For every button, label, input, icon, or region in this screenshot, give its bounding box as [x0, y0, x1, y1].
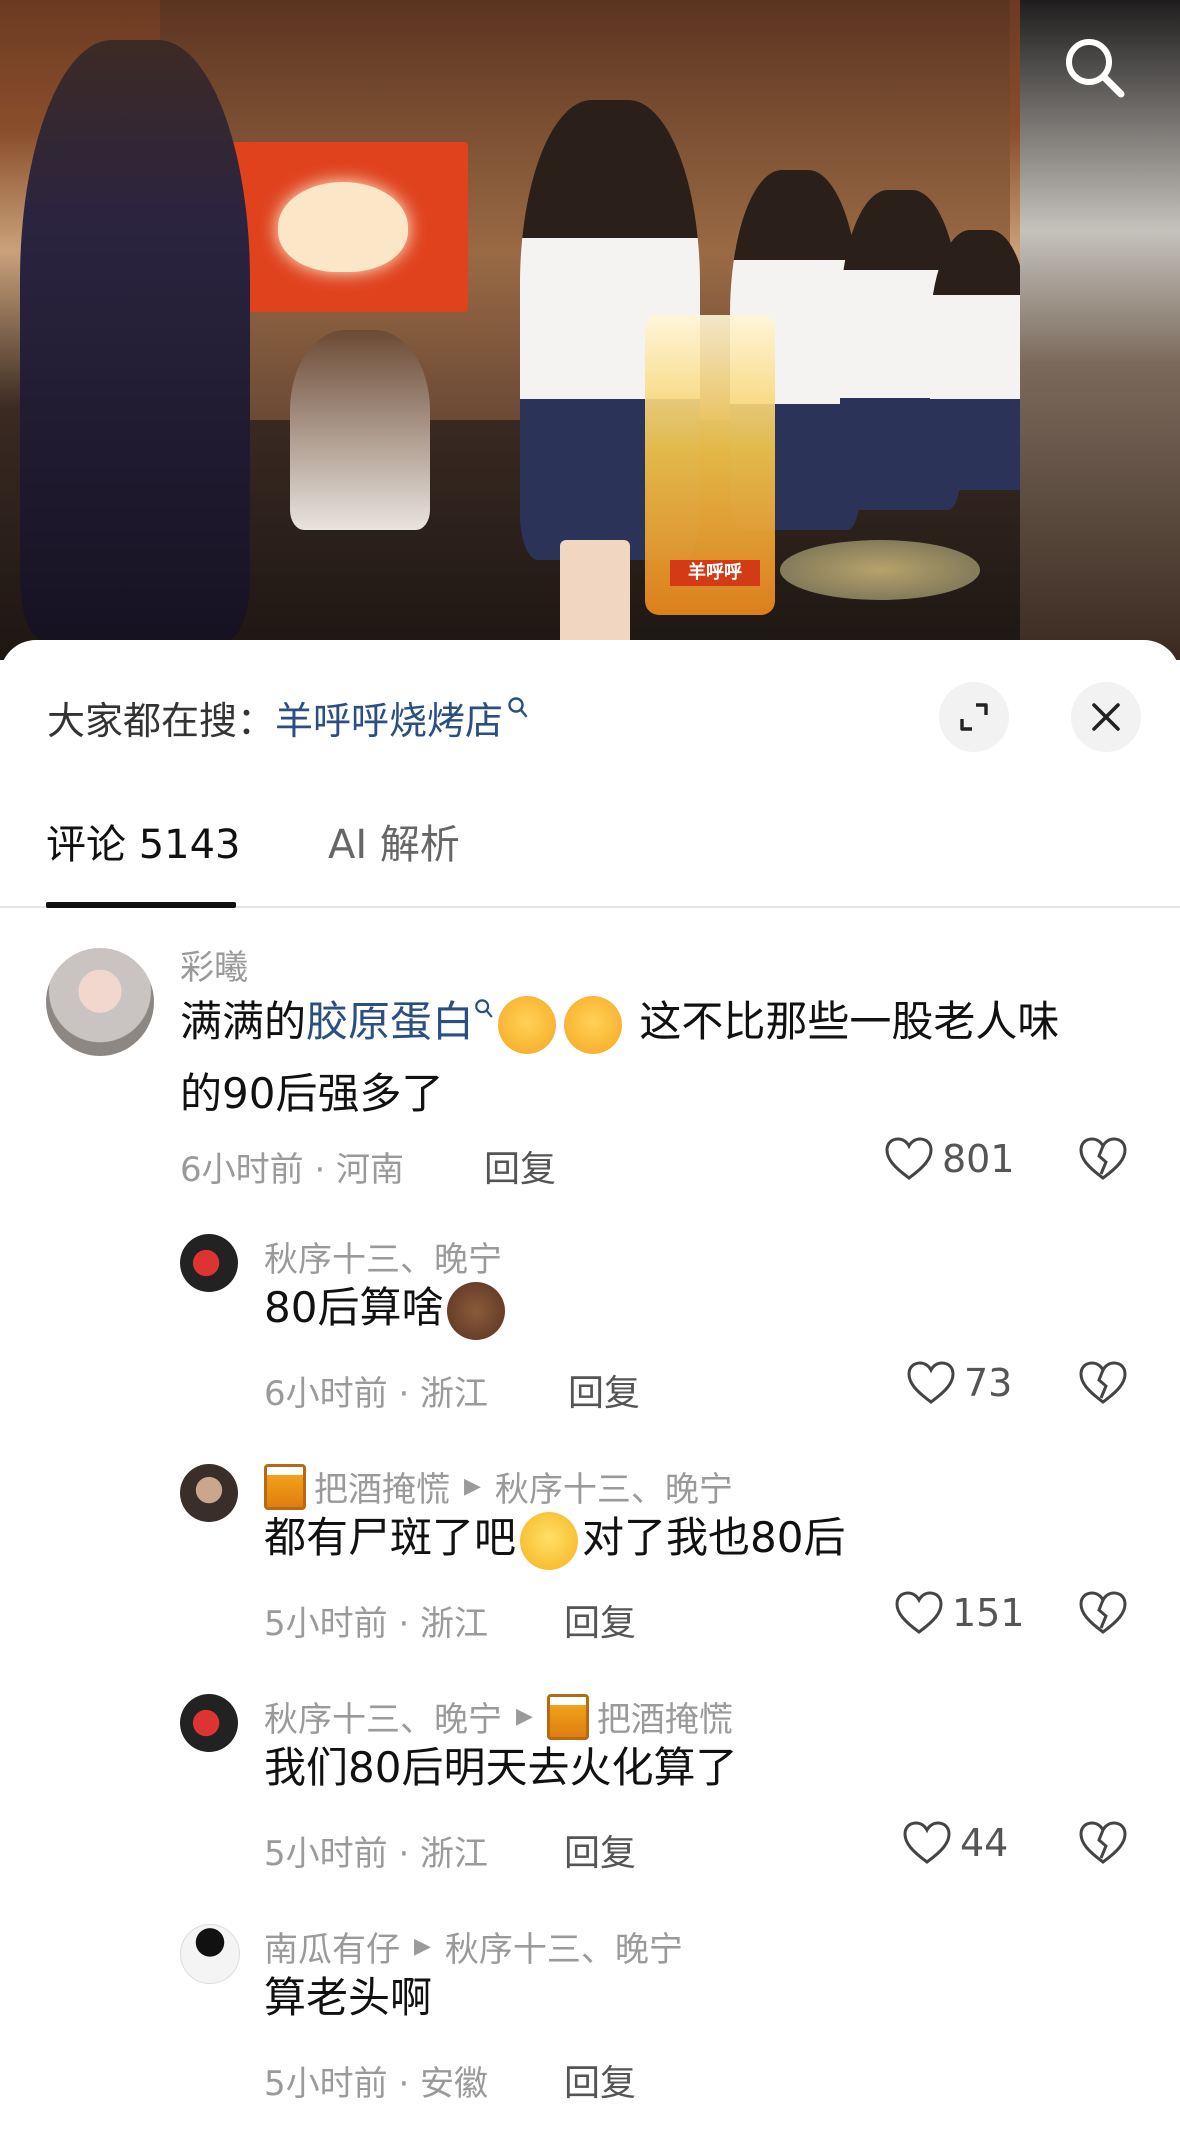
face-with-hand-over-mouth-emoji	[498, 995, 557, 1054]
comment-username[interactable]: 彩曦	[180, 940, 248, 989]
broken-heart-icon	[1079, 1591, 1127, 1634]
search-small-icon	[508, 697, 528, 718]
reply-arrow-icon: ▶	[464, 1474, 481, 1499]
comment-text: 满满的胶原蛋白 这不比那些一股老人味 的90后强多了	[180, 986, 1120, 1130]
active-tab-indicator	[46, 902, 236, 908]
face-with-hand-over-mouth-emoji	[564, 995, 623, 1054]
reply-text: 都有尸斑了吧 对了我也80后	[264, 1502, 845, 1574]
reply-button[interactable]: 回复	[568, 1364, 640, 1416]
reply-button[interactable]: 回复	[564, 1594, 636, 1646]
heart-icon	[903, 1821, 951, 1864]
broken-heart-icon	[1079, 1361, 1127, 1404]
dislike-button[interactable]	[1078, 1360, 1128, 1410]
dislike-button[interactable]	[1078, 1820, 1128, 1870]
reply-to-username[interactable]: 秋序十三、晚宁	[445, 1922, 683, 1971]
reply-text: 我们80后明天去火化算了	[264, 1743, 738, 1792]
tab-ai-analysis[interactable]: AI 解析	[328, 810, 460, 880]
search-button[interactable]	[1055, 28, 1135, 108]
video-player[interactable]: 羊呼呼	[0, 0, 1180, 660]
reply-text: 算老头啊	[264, 1973, 433, 2022]
avatar[interactable]	[180, 1234, 238, 1292]
dispenser-label: 羊呼呼	[670, 560, 760, 586]
reply-time-location: 5小时前 · 安徽	[264, 2064, 489, 2104]
reply-item: 南瓜有仔 ▶ 秋序十三、晚宁 算老头啊 5小时前 · 安徽 回复	[0, 1922, 1180, 2104]
search-icon	[1066, 39, 1125, 98]
person-figure	[20, 40, 250, 640]
like-count: 73	[964, 1361, 1013, 1405]
broken-heart-icon	[1079, 1821, 1127, 1864]
reply-item: 秋序十三、晚宁 80后算啥 6小时前 · 浙江 回复 73	[0, 1232, 1180, 1414]
broken-heart-icon	[1079, 1137, 1127, 1180]
wall-sign	[218, 142, 468, 312]
flushed-face-emoji	[520, 1511, 579, 1570]
tab-comments[interactable]: 评论 5143	[46, 810, 241, 880]
poop-emoji	[447, 1281, 506, 1340]
reply-text: 80后算啥	[264, 1272, 509, 1344]
reply-text-part: 80后算啥	[264, 1283, 444, 1332]
reply-text-part: 对了我也80后	[582, 1513, 846, 1562]
dislike-button[interactable]	[1078, 1590, 1128, 1640]
heart-icon	[895, 1591, 943, 1634]
avatar[interactable]	[180, 1694, 238, 1752]
comment-text-part: 这不比那些一股老人味	[639, 997, 1060, 1046]
comment-keyword-link[interactable]: 胶原蛋白	[306, 997, 474, 1046]
food-pan	[780, 540, 980, 600]
reply-item: 把酒掩慌 ▶ 秋序十三、晚宁 都有尸斑了吧 对了我也80后 5小时前 · 浙江 回复 …	[0, 1462, 1180, 1644]
close-icon	[1092, 703, 1120, 731]
like-button[interactable]: 801	[884, 1136, 1015, 1182]
trending-prefix: 大家都在搜：	[47, 699, 276, 743]
like-button[interactable]: 73	[906, 1360, 1012, 1406]
comment-sheet: 大家都在搜：羊呼呼烧烤店 评论 5143 AI 解析 彩曦 满满的胶原蛋白 这不…	[0, 640, 1180, 2130]
like-count: 151	[952, 1591, 1025, 1635]
expand-button[interactable]	[939, 682, 1009, 752]
reply-button[interactable]: 回复	[564, 2054, 636, 2106]
comment-time-location: 6小时前 · 河南	[180, 1150, 405, 1190]
comment-text-part: 满满的	[180, 997, 307, 1046]
heart-icon	[907, 1361, 955, 1404]
avatar[interactable]	[46, 948, 154, 1056]
reply-time-location: 5小时前 · 浙江	[264, 1604, 489, 1644]
like-button[interactable]: 44	[902, 1820, 1008, 1866]
reply-text-part: 都有尸斑了吧	[264, 1513, 517, 1562]
like-count: 801	[942, 1137, 1015, 1181]
trending-keyword[interactable]: 羊呼呼烧烤店	[275, 699, 503, 743]
search-small-icon	[475, 999, 493, 1018]
person-figure	[290, 330, 430, 530]
close-button[interactable]	[1071, 682, 1141, 752]
like-count: 44	[960, 1821, 1009, 1865]
comment-tabs: 评论 5143 AI 解析	[0, 810, 1180, 908]
person-figure	[930, 230, 1030, 490]
heart-icon	[885, 1137, 933, 1180]
reply-button[interactable]: 回复	[564, 1824, 636, 1876]
avatar[interactable]	[180, 1464, 238, 1522]
like-button[interactable]: 151	[894, 1590, 1025, 1636]
reply-time-location: 6小时前 · 浙江	[264, 1374, 489, 1414]
reply-time-location: 5小时前 · 浙江	[264, 1834, 489, 1874]
reply-button[interactable]: 回复	[484, 1140, 556, 1192]
comment-text-part: 的90后强多了	[180, 1069, 444, 1118]
reply-arrow-icon: ▶	[414, 1934, 431, 1959]
reply-item: 秋序十三、晚宁 ▶ 把酒掩慌 我们80后明天去火化算了 5小时前 · 浙江 回复 4…	[0, 1692, 1180, 1874]
avatar[interactable]	[180, 1924, 240, 1984]
expand-icon	[960, 703, 988, 731]
comment-item: 彩曦 满满的胶原蛋白 这不比那些一股老人味 的90后强多了 6小时前 · 河南 …	[0, 940, 1180, 1190]
trending-search[interactable]: 大家都在搜：羊呼呼烧烤店	[47, 690, 529, 745]
dislike-button[interactable]	[1078, 1136, 1128, 1186]
reply-arrow-icon: ▶	[516, 1704, 533, 1729]
